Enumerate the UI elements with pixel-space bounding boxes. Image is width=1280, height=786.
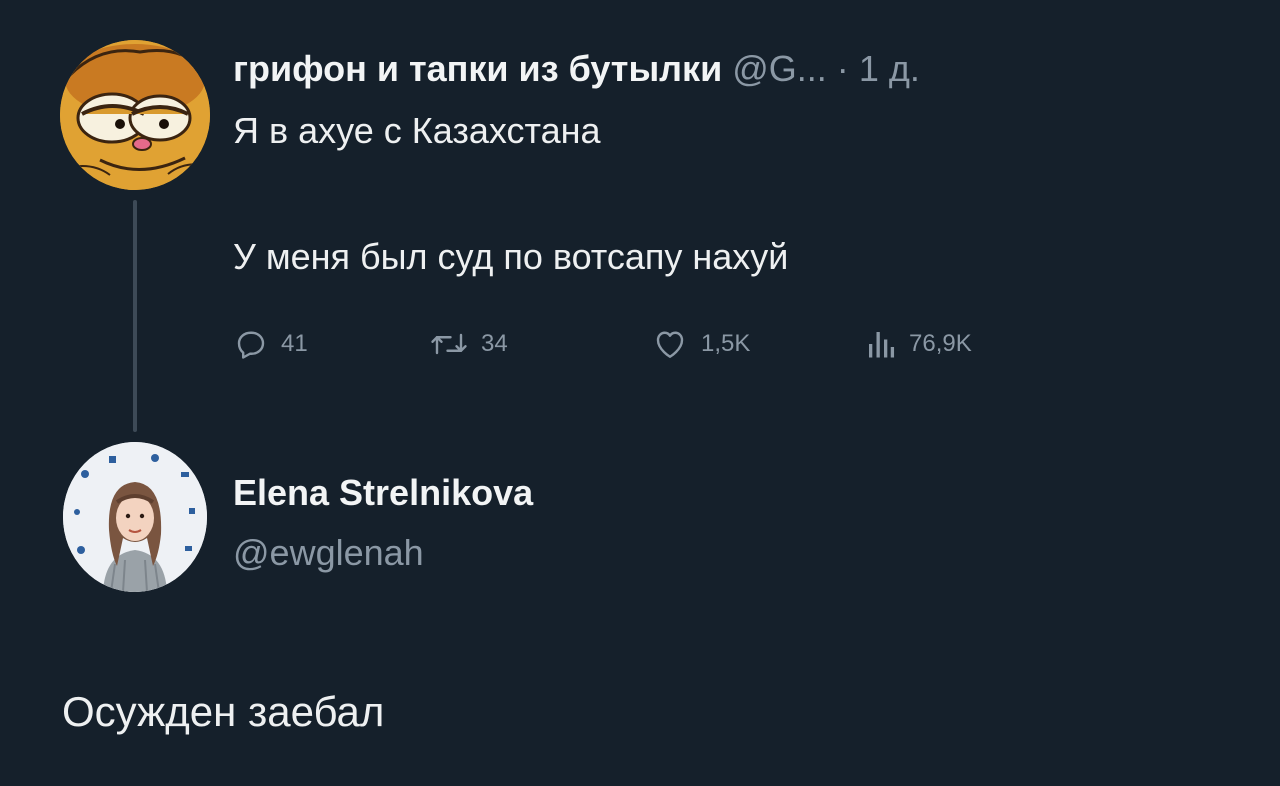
like-count: 1,5K: [701, 330, 751, 357]
heart-icon: [651, 326, 689, 362]
thread-connector-line: [133, 200, 137, 432]
retweet-button[interactable]: 34: [429, 322, 508, 366]
views-count: 76,9K: [909, 330, 972, 357]
tweet-action-bar: 41 34 1,5K 76,9K: [233, 322, 1073, 366]
illustrated-portrait-avatar-image: [63, 442, 207, 592]
reply-count: 41: [281, 330, 308, 357]
tweet-text-line-2: У меня был суд по вотсапу нахуй: [233, 236, 789, 277]
tweet-text-line-1: Я в ахуе с Казахстана: [233, 110, 601, 151]
tweet-timestamp[interactable]: 1 д.: [859, 48, 920, 89]
reply-author-name[interactable]: Elena Strelnikova: [233, 470, 533, 516]
retweet-count: 34: [481, 330, 508, 357]
tweet-header: грифон и тапки из бутылки @G... · 1 д.: [233, 46, 920, 92]
like-button[interactable]: 1,5K: [651, 322, 750, 366]
tweet-author-handle[interactable]: @G...: [732, 48, 827, 89]
cartoon-cat-avatar-image: [60, 40, 210, 190]
reply-text: Осужден заебал: [62, 688, 385, 735]
retweet-icon: [429, 326, 469, 362]
views-button[interactable]: 76,9K: [865, 322, 972, 366]
bar-chart-icon: [865, 326, 897, 362]
reply-author-avatar[interactable]: [63, 442, 207, 592]
reply-author-handle[interactable]: @ewglenah: [233, 530, 424, 576]
speech-bubble-icon: [233, 326, 269, 362]
tweet-author-avatar[interactable]: [60, 40, 210, 190]
reply-button[interactable]: 41: [233, 322, 308, 366]
header-separator: ·: [836, 48, 849, 89]
tweet-author-name[interactable]: грифон и тапки из бутылки: [233, 48, 722, 89]
